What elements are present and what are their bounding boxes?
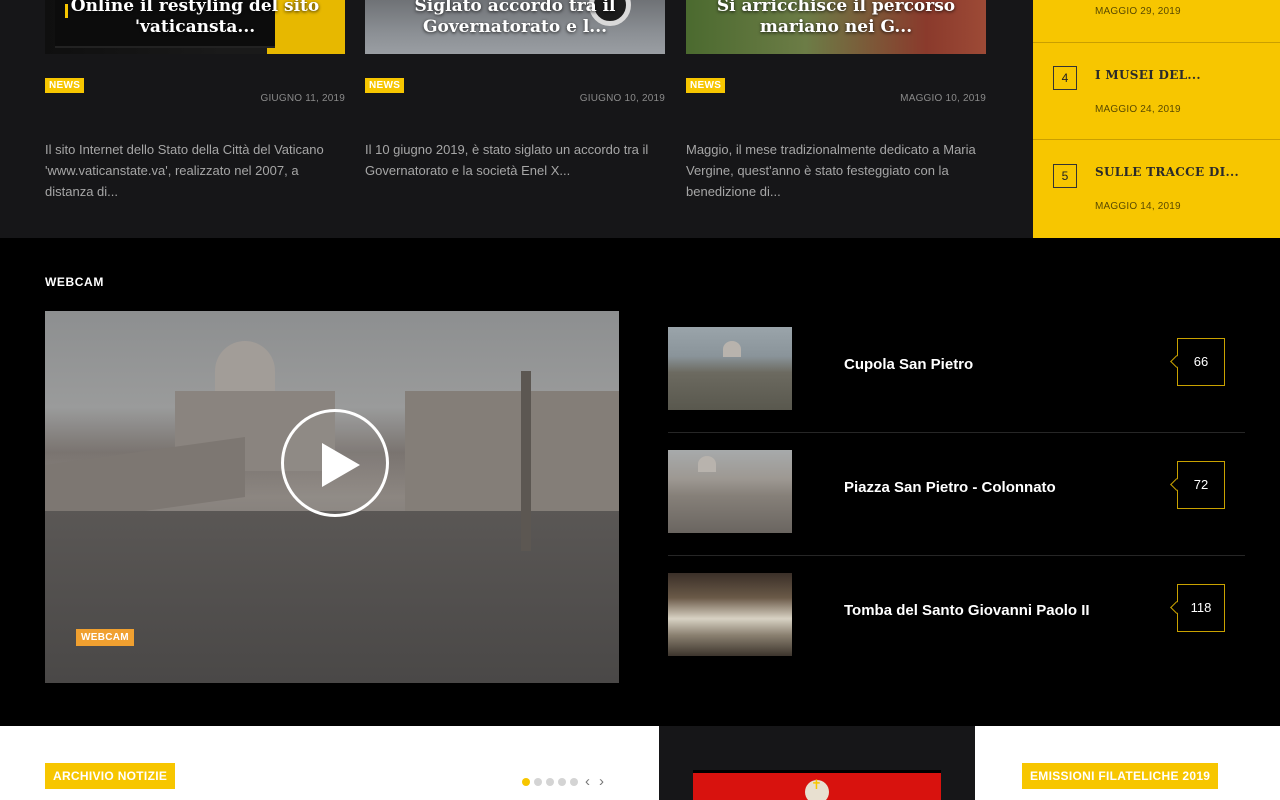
chevron-left-icon[interactable]: ‹: [585, 774, 590, 789]
news-date: MAGGIO 10, 2019: [900, 93, 986, 104]
news-card-title[interactable]: Online il restyling del sito 'vaticansta…: [45, 0, 345, 38]
news-section: Online il restyling del sito 'vaticansta…: [0, 0, 1033, 238]
webcam-list-item[interactable]: Cupola San Pietro 66: [668, 324, 1245, 410]
section-title: WEBCAM: [45, 275, 104, 289]
philatelic-emissions-badge[interactable]: EMISSIONI FILATELICHE 2019: [1022, 763, 1219, 789]
thumbnail-image: [723, 341, 741, 357]
bottom-section: ARCHIVIO NOTIZIE ‹ › ✝ EMISSIONI FILATEL…: [0, 726, 1280, 800]
video-scene: [521, 371, 531, 551]
news-card-title[interactable]: Siglato accordo tra il Governatorato e l…: [365, 0, 665, 38]
news-date: GIUGNO 10, 2019: [579, 93, 665, 104]
news-thumbnail[interactable]: Online il restyling del sito 'vaticansta…: [45, 0, 345, 54]
carousel-dot[interactable]: [522, 778, 530, 786]
webcam-thumbnail[interactable]: [668, 327, 792, 410]
webcam-count-badge: 66: [1177, 338, 1225, 386]
webcam-count-badge: 72: [1177, 461, 1225, 509]
news-excerpt: Il 10 giugno 2019, è stato siglato un ac…: [365, 142, 649, 178]
news-badge: NEWS: [686, 78, 726, 93]
webcam-section: WEBCAM WEBCAM Cupola San Pietro 66 Piazz…: [0, 238, 1280, 726]
most-read-sidebar: MAGGIO 29, 2019 4 I MUSEI DEL... MAGGIO …: [1033, 0, 1280, 238]
news-badge: NEWS: [45, 78, 85, 93]
cross-icon: ✝: [811, 777, 822, 792]
webcam-count-badge: 118: [1177, 584, 1225, 632]
video-scene: [405, 391, 619, 511]
divider: [668, 555, 1245, 556]
carousel-dot[interactable]: [558, 778, 566, 786]
carousel-dot[interactable]: [570, 778, 578, 786]
webcam-name[interactable]: Tomba del Santo Giovanni Paolo II: [844, 602, 1090, 619]
news-thumbnail[interactable]: Si arricchisce il percorso mariano nei G…: [686, 0, 986, 54]
sidebar-item-date: MAGGIO 29, 2019: [1095, 6, 1181, 17]
webcam-video-player[interactable]: WEBCAM: [45, 311, 619, 683]
play-button[interactable]: [281, 409, 389, 517]
thumbnail-image: [698, 456, 716, 472]
carousel-dot[interactable]: [534, 778, 542, 786]
carousel-dot[interactable]: [546, 778, 554, 786]
archive-news-badge[interactable]: ARCHIVIO NOTIZIE: [45, 763, 176, 789]
chevron-right-icon[interactable]: ›: [599, 774, 604, 789]
sidebar-item-date: MAGGIO 24, 2019: [1095, 104, 1181, 115]
sidebar-item-number: 4: [1053, 66, 1077, 90]
sidebar-item-title[interactable]: SULLE TRACCE DI...: [1095, 165, 1239, 179]
webcam-badge: WEBCAM: [76, 629, 134, 646]
webcam-name[interactable]: Cupola San Pietro: [844, 356, 973, 373]
sidebar-item[interactable]: 4 I MUSEI DEL... MAGGIO 24, 2019: [1033, 42, 1280, 139]
news-excerpt: Il sito Internet dello Stato della Città…: [45, 142, 324, 199]
webcam-list-item[interactable]: Tomba del Santo Giovanni Paolo II 118: [668, 570, 1245, 656]
news-badge: NEWS: [365, 78, 405, 93]
sidebar-item-date: MAGGIO 14, 2019: [1095, 201, 1181, 212]
sidebar-item-title[interactable]: I MUSEI DEL...: [1095, 68, 1201, 82]
sidebar-item-number: 5: [1053, 164, 1077, 188]
news-excerpt: Maggio, il mese tradizionalmente dedicat…: [686, 142, 976, 199]
page: Online il restyling del sito 'vaticansta…: [0, 0, 1280, 800]
sidebar-item[interactable]: 5 SULLE TRACCE DI... MAGGIO 14, 2019: [1033, 139, 1280, 238]
webcam-list-item[interactable]: Piazza San Pietro - Colonnato 72: [668, 447, 1245, 533]
webcam-thumbnail[interactable]: [668, 573, 792, 656]
news-thumbnail[interactable]: Siglato accordo tra il Governatorato e l…: [365, 0, 665, 54]
news-card-title[interactable]: Si arricchisce il percorso mariano nei G…: [686, 0, 986, 38]
webcam-thumbnail[interactable]: [668, 450, 792, 533]
video-scene: [45, 511, 619, 683]
divider: [668, 432, 1245, 433]
webcam-name[interactable]: Piazza San Pietro - Colonnato: [844, 479, 1056, 496]
play-icon: [322, 443, 360, 487]
featured-banner[interactable]: ✝: [659, 726, 975, 800]
news-date: GIUGNO 11, 2019: [260, 93, 345, 104]
